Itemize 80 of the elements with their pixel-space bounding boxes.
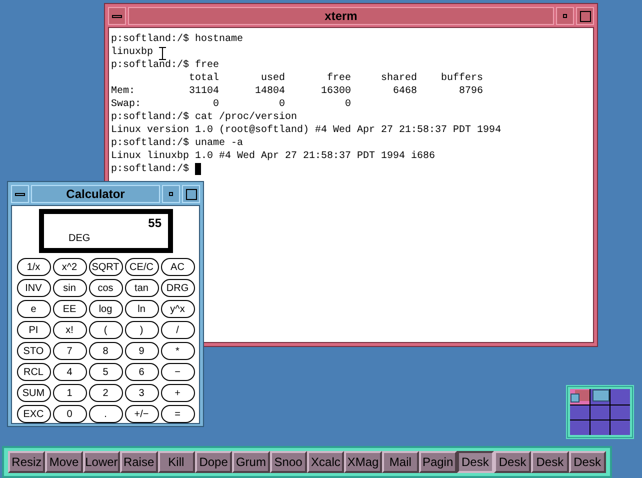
bar-button[interactable]: Kill [158,451,195,473]
calculator-key[interactable]: ( [88,321,122,339]
calculator-key[interactable]: DRG [160,279,194,297]
calculator-key[interactable]: x! [52,321,86,339]
calculator-key[interactable]: AC [160,258,194,276]
terminal-line: Linux version 1.0 (root@softland) #4 Wed Apr 27 21:58:37 PDT 1994 [111,124,502,137]
calculator-key[interactable]: e [16,300,50,318]
calculator-key[interactable]: = [160,405,194,423]
calculator-key[interactable]: − [160,363,194,381]
bar-button[interactable]: Desk [494,451,532,473]
calculator-key[interactable]: 7 [52,342,86,360]
bar-button[interactable]: Mail [382,451,420,473]
calculator-key[interactable]: sin [52,279,86,297]
calculator-key[interactable]: 8 [88,342,122,360]
calculator-key[interactable]: 2 [88,384,122,402]
terminal-line: Linux linuxbp 1.0 #4 Wed Apr 27 21:58:37 PDT 1994 i686 [111,150,436,163]
calculator-key[interactable]: 6 [124,363,158,381]
maximize-button[interactable] [576,7,594,25]
bar-button[interactable]: Raise [120,451,158,473]
calculator-key[interactable]: CE/C [124,258,158,276]
minimize-button[interactable] [162,185,180,203]
terminal-line: Swap: 0 0 0 [111,98,352,111]
calculator-key[interactable]: 9 [124,342,158,360]
ibeam-pointer-icon [159,47,166,60]
window-menu-button[interactable] [108,7,126,25]
calculator-key[interactable]: 4 [52,363,86,381]
terminal-line: Mem: 31104 14804 16300 6468 8796 [111,85,484,98]
bar-button[interactable]: Desk [531,451,569,473]
bar-button[interactable]: Dope [194,451,232,473]
calculator-key[interactable]: STO [16,342,50,360]
calculator-key[interactable]: cos [88,279,122,297]
bar-button[interactable]: Move [45,451,83,473]
calculator-key[interactable]: * [160,342,194,360]
calculator-key[interactable]: x^2 [52,258,86,276]
bar-button[interactable]: Snoo [270,451,307,473]
maximize-button[interactable] [182,185,200,203]
calculator-key[interactable]: 3 [124,384,158,402]
calculator-key[interactable]: . [88,405,122,423]
bar-button[interactable]: Lower [82,451,120,473]
bar-button[interactable]: XMag [344,451,382,473]
calculator-key[interactable]: SQRT [88,258,122,276]
calculator-key[interactable]: log [88,300,122,318]
bar-button[interactable]: Desk [568,451,606,473]
angle-mode: DEG [68,232,92,246]
calculator-key[interactable]: ln [124,300,158,318]
calculator-key[interactable]: EXC [16,405,50,423]
bar-button[interactable]: Xcalc [307,451,344,473]
terminal-line: linuxbp [111,46,154,59]
minimize-button[interactable] [556,7,574,25]
calculator-key[interactable]: y^x [160,300,194,318]
calculator-key[interactable]: SUM [16,384,50,402]
window-menu-button[interactable] [11,185,29,203]
text-cursor [195,163,202,175]
terminal-line: p:softland:/$ [111,163,190,176]
window-title: xterm [128,7,554,25]
display-value: 55 [147,215,162,230]
calculator-key[interactable]: tan [124,279,158,297]
terminal-line: p:softland:/$ hostname [111,33,244,46]
calculator-key[interactable]: 1/x [16,258,50,276]
calculator-key[interactable]: ) [124,321,158,339]
bar-button[interactable]: Resiz [8,451,46,473]
calculator-key[interactable]: + [160,384,194,402]
terminal-line: p:softland:/$ cat /proc/version [111,111,298,124]
calculator-key[interactable]: PI [16,321,50,339]
calculator-key[interactable]: 5 [88,363,122,381]
terminal-line: p:softland:/$ free [111,59,220,72]
calculator-key[interactable]: INV [16,279,50,297]
terminal-line: total used free shared buffers [188,72,484,85]
bar-button[interactable]: Grum [232,451,270,473]
calculator-key[interactable]: / [160,321,194,339]
window-title: Calculator [31,185,160,203]
bar-button[interactable]: Pagin [419,451,456,473]
calculator-key[interactable]: 0 [52,405,86,423]
terminal-line: p:softland:/$ uname -a [111,137,244,150]
pager-drawing[interactable] [566,385,634,439]
calculator-key[interactable]: +/− [124,405,158,423]
calculator-key[interactable]: 1 [52,384,86,402]
calculator-key[interactable]: RCL [16,363,50,381]
bar-button[interactable]: Desk [456,451,494,473]
calculator-key[interactable]: EE [52,300,86,318]
